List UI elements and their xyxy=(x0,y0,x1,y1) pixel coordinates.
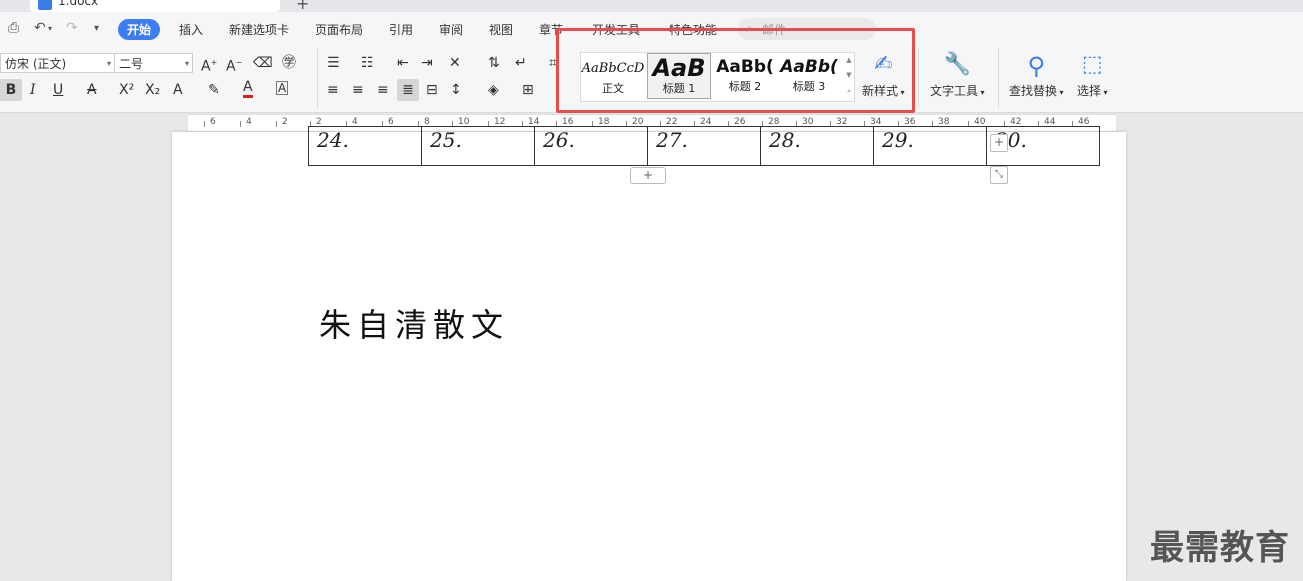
divider xyxy=(998,48,999,108)
ruler-tick-mark xyxy=(204,121,205,127)
ruler-tick-label: 2 xyxy=(282,117,288,127)
underline-button[interactable]: U xyxy=(53,81,63,99)
font-name-value: 仿宋 (正文) xyxy=(5,57,67,71)
print-preview-icon[interactable]: ⎙ xyxy=(8,20,19,36)
chevron-down-icon: ▾ xyxy=(184,59,189,68)
table-cell[interactable]: 24. xyxy=(308,126,422,166)
document-tab[interactable]: 1.docx xyxy=(30,0,280,12)
ruler-tick-mark xyxy=(240,121,241,127)
italic-button[interactable]: I xyxy=(30,81,36,99)
align-right-icon[interactable]: ≡ xyxy=(377,81,389,99)
clear-format-icon[interactable]: ⌫ xyxy=(253,54,273,72)
superscript-button[interactable]: X² xyxy=(119,81,134,99)
increase-indent-icon[interactable]: ⇥ xyxy=(421,54,433,72)
align-center-icon[interactable]: ≡ xyxy=(352,81,364,99)
undo-dropdown-icon[interactable]: ▾ xyxy=(48,24,52,33)
table-cell[interactable]: 26. xyxy=(534,126,648,166)
text-tool-label: 文字工具 xyxy=(930,84,979,98)
highlight-color-icon[interactable]: ✎ xyxy=(208,81,220,99)
numbered-list-icon[interactable]: ☷ xyxy=(361,54,374,72)
chinese-layout-icon[interactable]: ✕ xyxy=(449,54,461,72)
ruler-tick-label: 4 xyxy=(246,117,252,127)
select-button[interactable]: ⬚ 选择 ▾ xyxy=(1077,52,1108,99)
bullet-list-icon[interactable]: ☰ xyxy=(327,54,340,72)
table-cell[interactable]: 29. xyxy=(873,126,987,166)
tab-view[interactable]: 视图 xyxy=(489,21,513,38)
tab-review[interactable]: 审阅 xyxy=(439,21,463,38)
font-color-icon[interactable]: A xyxy=(243,79,253,98)
document-heading[interactable]: 朱自清散文 xyxy=(319,300,509,346)
text-effect-icon[interactable]: A xyxy=(173,81,183,99)
divider xyxy=(317,48,318,108)
distributed-align-icon[interactable]: ⊟ xyxy=(426,81,438,99)
table-cell[interactable]: 28. xyxy=(760,126,874,166)
paragraph-marks-icon[interactable]: ↵ xyxy=(515,54,527,72)
tab-home[interactable]: 开始 xyxy=(118,19,161,40)
justify-icon[interactable]: ≣ xyxy=(397,79,419,101)
shrink-font-icon[interactable]: A− xyxy=(226,54,242,76)
tab-new-tab[interactable]: 新建选项卡 xyxy=(229,21,289,38)
phonetic-guide-icon[interactable]: ㊫ xyxy=(282,54,296,72)
borders-icon[interactable]: ⊞ xyxy=(522,81,534,99)
customize-quick-access-icon[interactable]: ▾ xyxy=(94,23,99,34)
redo-icon[interactable]: ↷ xyxy=(66,20,78,36)
document-table[interactable]: 24. 25. 26. 27. 28. 29. 30. xyxy=(308,126,1100,166)
font-size-select[interactable]: 二号 ▾ xyxy=(114,53,193,73)
align-left-icon[interactable]: ≡ xyxy=(327,81,339,99)
character-border-icon[interactable]: A xyxy=(276,81,289,95)
tab-page-layout[interactable]: 页面布局 xyxy=(315,21,363,38)
add-row-button[interactable]: + xyxy=(630,167,666,184)
sort-icon[interactable]: ⇅ xyxy=(488,54,500,72)
line-spacing-icon[interactable]: ↕ xyxy=(450,81,462,99)
text-tool-button[interactable]: 🔧 文字工具 ▾ xyxy=(930,52,985,99)
subscript-button[interactable]: X₂ xyxy=(145,81,160,99)
select-cursor-icon: ⬚ xyxy=(1081,52,1103,77)
tab-insert[interactable]: 插入 xyxy=(179,21,203,38)
table-row: 24. 25. 26. 27. 28. 29. 30. xyxy=(308,126,1100,166)
bold-button[interactable]: B xyxy=(0,79,22,101)
undo-icon[interactable]: ↶ xyxy=(34,20,46,36)
tab-references[interactable]: 引用 xyxy=(389,21,413,38)
select-label: 选择 xyxy=(1077,84,1102,98)
table-cell[interactable]: 25. xyxy=(421,126,535,166)
document-tab-label: 1.docx xyxy=(58,0,99,8)
ruler-margin xyxy=(0,114,188,132)
font-size-value: 二号 xyxy=(119,57,144,71)
font-name-select[interactable]: 仿宋 (正文) ▾ xyxy=(0,53,115,73)
writer-file-icon xyxy=(38,0,52,10)
shading-icon[interactable]: ◈ xyxy=(488,81,499,99)
highlight-frame xyxy=(556,28,915,113)
table-resize-handle[interactable]: ⤡ xyxy=(990,166,1008,184)
chevron-down-icon: ▾ xyxy=(106,59,111,68)
strikethrough-button[interactable]: A xyxy=(87,81,97,99)
document-page[interactable]: 24. 25. 26. 27. 28. 29. 30. + + ⤡ 朱自清散文 xyxy=(172,126,1126,581)
decrease-indent-icon[interactable]: ⇤ xyxy=(397,54,409,72)
new-tab-button[interactable]: + xyxy=(296,0,309,12)
ruler-tick-mark xyxy=(276,121,277,127)
wrench-icon: 🔧 xyxy=(943,52,971,77)
add-column-button[interactable]: + xyxy=(990,134,1008,152)
title-bar: 1.docx + xyxy=(0,0,1303,12)
ruler-tick-label: 6 xyxy=(210,117,216,127)
find-replace-label: 查找替换 xyxy=(1009,84,1058,98)
divider xyxy=(918,48,919,108)
grow-font-icon[interactable]: A+ xyxy=(201,54,217,76)
find-replace-button[interactable]: ⚲ 查找替换 ▾ xyxy=(1009,52,1064,99)
table-cell[interactable]: 27. xyxy=(647,126,761,166)
watermark: 最需教育 xyxy=(1150,528,1290,568)
magnifier-icon: ⚲ xyxy=(1027,52,1046,80)
